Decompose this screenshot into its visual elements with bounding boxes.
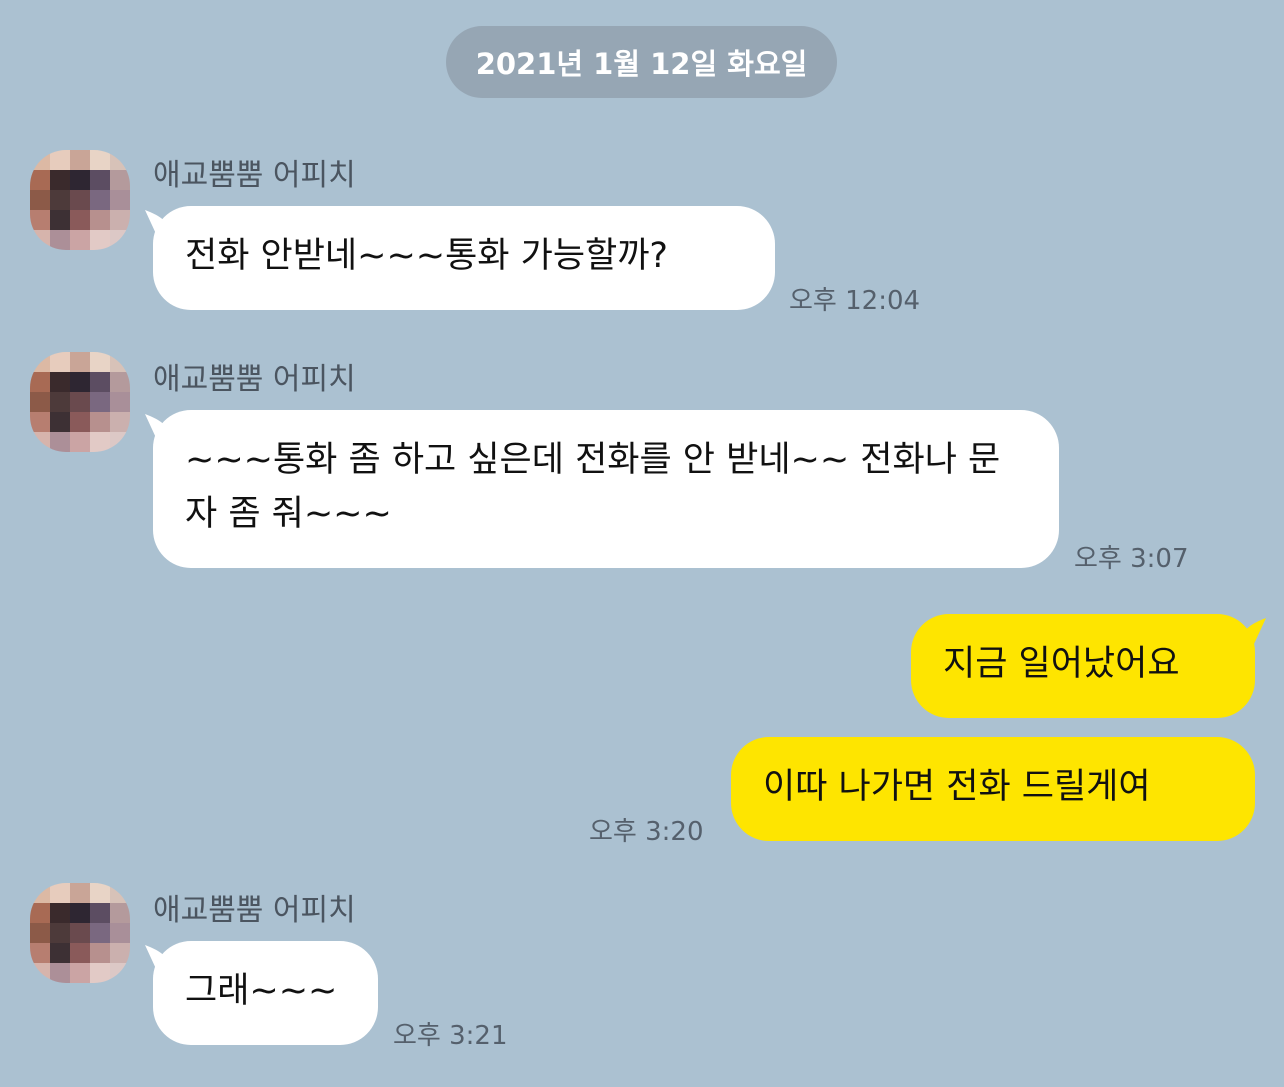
message-time: 오후 3:21: [393, 1021, 508, 1051]
date-divider: 2021년 1월 12일 화요일: [446, 26, 837, 98]
my-message-bubble[interactable]: 지금 일어났어요: [911, 614, 1255, 718]
message-time: 오후 12:04: [789, 286, 921, 316]
sender-avatar[interactable]: [30, 150, 130, 250]
message-time: 오후 3:20: [589, 817, 704, 847]
message-time: 오후 3:07: [1074, 544, 1189, 574]
message-bubble[interactable]: 전화 안받네~~~통화 가능할까?: [153, 206, 775, 310]
sender-name: 애교뿜뿜 어피치: [153, 362, 356, 397]
sender-avatar[interactable]: [30, 352, 130, 452]
sender-name: 애교뿜뿜 어피치: [153, 893, 356, 928]
my-message-bubble[interactable]: 이따 나가면 전화 드릴게여: [731, 737, 1255, 841]
sender-avatar[interactable]: [30, 883, 130, 983]
message-bubble[interactable]: ~~~통화 좀 하고 싶은데 전화를 안 받네~~ 전화나 문자 좀 줘~~~: [153, 410, 1059, 568]
sender-name: 애교뿜뿜 어피치: [153, 158, 356, 193]
message-bubble[interactable]: 그래~~~: [153, 941, 378, 1045]
